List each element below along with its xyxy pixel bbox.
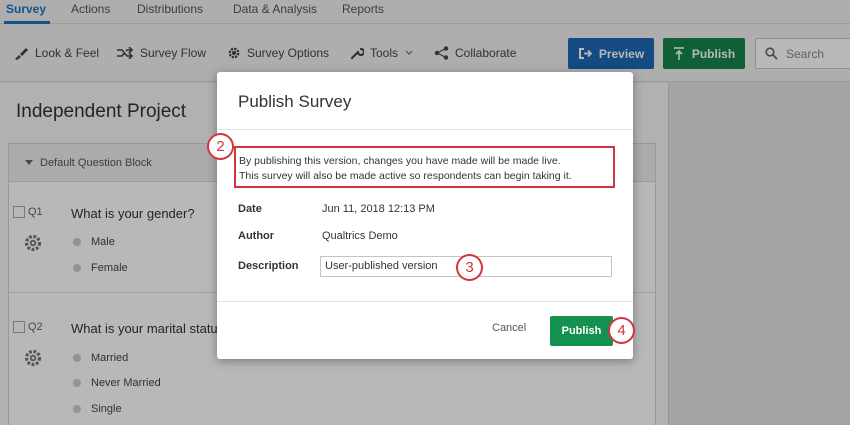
author-label: Author	[238, 230, 275, 242]
divider	[217, 301, 633, 302]
step-callout-3: 3	[456, 254, 483, 281]
step-callout-2: 2	[207, 133, 234, 160]
publish-survey-dialog: Publish Survey By publishing this versio…	[217, 72, 633, 359]
date-value: Jun 11, 2018 12:13 PM	[322, 203, 435, 215]
divider	[217, 129, 633, 130]
cancel-button[interactable]: Cancel	[492, 322, 526, 334]
date-label: Date	[238, 203, 262, 215]
dialog-title: Publish Survey	[238, 92, 352, 111]
publish-notice: By publishing this version, changes you …	[234, 146, 615, 188]
confirm-publish-button[interactable]: Publish	[550, 316, 613, 346]
description-label: Description	[238, 260, 299, 272]
notice-line-1: By publishing this version, changes you …	[239, 155, 561, 167]
step-callout-4: 4	[608, 317, 635, 344]
notice-line-2: This survey will also be made active so …	[239, 170, 572, 182]
author-value: Qualtrics Demo	[322, 230, 398, 242]
